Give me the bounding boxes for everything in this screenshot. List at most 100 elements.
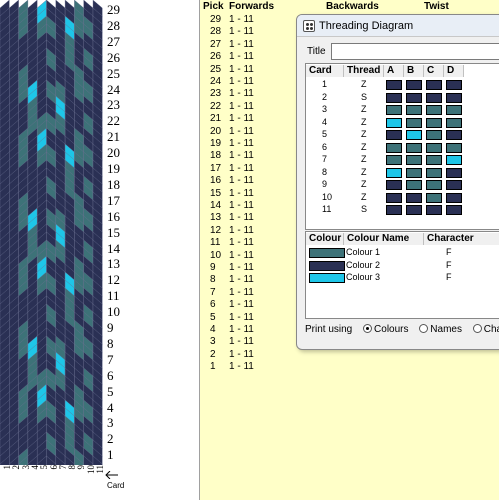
threading-hole-cell[interactable] <box>446 205 462 215</box>
radio-colours[interactable] <box>363 324 373 333</box>
threading-hole-cell[interactable] <box>426 105 442 115</box>
radio-names[interactable] <box>419 324 429 333</box>
colour-name[interactable]: Colour 2 <box>346 260 380 270</box>
threading-thread-direction[interactable]: S <box>361 92 367 102</box>
threading-hole-cell[interactable] <box>446 92 462 103</box>
threading-hole-cell[interactable] <box>386 92 402 103</box>
colour-name[interactable]: Colour 3 <box>346 272 380 282</box>
pick-number: 4 <box>210 324 216 335</box>
threading-hole-cell[interactable] <box>406 205 422 215</box>
colour-swatch[interactable] <box>309 273 345 283</box>
threading-hole-cell[interactable] <box>446 80 462 90</box>
threading-hole-cell[interactable] <box>426 117 442 128</box>
threading-hole-cell[interactable] <box>386 117 402 128</box>
colour-header[interactable]: Colour Name <box>344 233 424 245</box>
threading-hole-cell[interactable] <box>426 155 442 165</box>
threading-hole-cell[interactable] <box>426 142 442 153</box>
threading-hole-cell[interactable] <box>406 105 422 115</box>
threading-hole-cell[interactable] <box>386 80 402 90</box>
radio-colours-label[interactable]: Colours <box>374 324 408 335</box>
threading-hole-cell[interactable] <box>446 105 462 115</box>
threading-thread-direction[interactable]: Z <box>361 129 367 139</box>
threading-thread-direction[interactable]: Z <box>361 154 367 164</box>
threading-header[interactable]: A <box>384 65 404 77</box>
colour-name[interactable]: Colour 1 <box>346 247 380 257</box>
radio-names-label[interactable]: Names <box>430 324 462 335</box>
header-forwards[interactable]: Forwards <box>229 1 274 12</box>
threading-header[interactable]: B <box>404 65 424 77</box>
threading-hole-cell[interactable] <box>386 180 402 190</box>
threading-header[interactable]: Card <box>306 65 344 77</box>
colour-character[interactable]: F <box>446 260 452 270</box>
threading-hole-cell[interactable] <box>386 105 402 115</box>
threading-hole-cell[interactable] <box>386 192 402 203</box>
pick-forwards: 1 - 11 <box>229 51 254 63</box>
threading-thread-direction[interactable]: Z <box>361 167 367 177</box>
threading-header[interactable]: Thread <box>344 65 384 77</box>
header-twist[interactable]: Twist <box>424 1 449 12</box>
pick-forwards: 1 - 11 <box>229 150 254 162</box>
threading-card-number: 7 <box>322 154 328 164</box>
threading-hole-cell[interactable] <box>426 205 442 215</box>
row-number: 29 <box>107 2 120 17</box>
threading-hole-cell[interactable] <box>446 117 462 128</box>
header-pick[interactable]: Pick <box>203 1 224 12</box>
colour-swatch[interactable] <box>309 248 345 258</box>
threading-hole-cell[interactable] <box>406 80 422 90</box>
colour-header[interactable]: Character <box>424 233 499 245</box>
threading-hole-cell[interactable] <box>386 155 402 165</box>
threading-hole-cell[interactable] <box>426 180 442 190</box>
weave-preview: 29 28 27 26 25 24 23 22 21 20 19 18 17 16 15 14 13 12 11 10… <box>0 0 200 500</box>
threading-hole-cell[interactable] <box>446 180 462 190</box>
threading-hole-cell[interactable] <box>446 155 462 165</box>
threading-hole-cell[interactable] <box>446 142 462 153</box>
threading-hole-cell[interactable] <box>426 130 442 140</box>
colour-character[interactable]: F <box>446 272 452 282</box>
threading-hole-cell[interactable] <box>406 130 422 140</box>
threading-hole-cell[interactable] <box>426 167 442 178</box>
threading-hole-cell[interactable] <box>426 80 442 90</box>
threading-hole-cell[interactable] <box>446 167 462 178</box>
threading-hole-cell[interactable] <box>426 92 442 103</box>
colour-header[interactable]: Colour <box>306 233 344 245</box>
threading-thread-direction[interactable]: S <box>361 204 367 214</box>
threading-header[interactable]: D <box>444 65 464 77</box>
pick-forwards: 1 - 11 <box>229 249 254 261</box>
threading-thread-direction[interactable]: Z <box>361 192 367 202</box>
threading-hole-cell[interactable] <box>406 167 422 178</box>
threading-hole-cell[interactable] <box>426 192 442 203</box>
pick-forwards: 1 - 11 <box>229 224 254 236</box>
threading-hole-cell[interactable] <box>406 192 422 203</box>
threading-thread-direction[interactable]: Z <box>361 79 367 89</box>
threading-hole-cell[interactable] <box>406 142 422 153</box>
radio-characters[interactable] <box>472 324 482 333</box>
radio-characters-label[interactable]: Characte <box>484 324 499 335</box>
pick-number: 25 <box>210 63 222 75</box>
threading-hole-cell[interactable] <box>406 92 422 103</box>
threading-hole-cell[interactable] <box>386 142 402 153</box>
colour-swatch[interactable] <box>309 260 345 271</box>
colour-character[interactable]: F <box>446 247 452 257</box>
threading-hole-cell[interactable] <box>446 192 462 203</box>
colour-list: Colour Colour Name Character Colour 1 F Colou… <box>305 231 499 319</box>
threading-thread-direction[interactable]: Z <box>361 104 367 114</box>
header-backwards[interactable]: Backwards <box>326 1 379 12</box>
threading-card-number: 5 <box>322 129 328 139</box>
threading-thread-direction[interactable]: Z <box>361 142 367 152</box>
threading-hole-cell[interactable] <box>386 205 402 215</box>
threading-header[interactable]: C <box>424 65 444 77</box>
window-titlebar[interactable]: Threading Diagram <box>297 15 499 37</box>
threading-thread-direction[interactable]: Z <box>361 117 367 127</box>
threading-hole-cell[interactable] <box>386 167 402 178</box>
title-input[interactable] <box>331 43 499 60</box>
threading-hole-cell[interactable] <box>406 117 422 128</box>
pick-forwards: 1 - 11 <box>229 63 254 75</box>
pick-number: 26 <box>210 51 222 63</box>
row-number: 14 <box>107 240 120 256</box>
threading-hole-cell[interactable] <box>406 155 422 165</box>
pick-forwards: 1 - 11 <box>229 76 254 87</box>
threading-hole-cell[interactable] <box>386 130 402 140</box>
threading-hole-cell[interactable] <box>446 130 462 140</box>
threading-hole-cell[interactable] <box>406 180 422 190</box>
threading-thread-direction[interactable]: Z <box>361 179 367 189</box>
